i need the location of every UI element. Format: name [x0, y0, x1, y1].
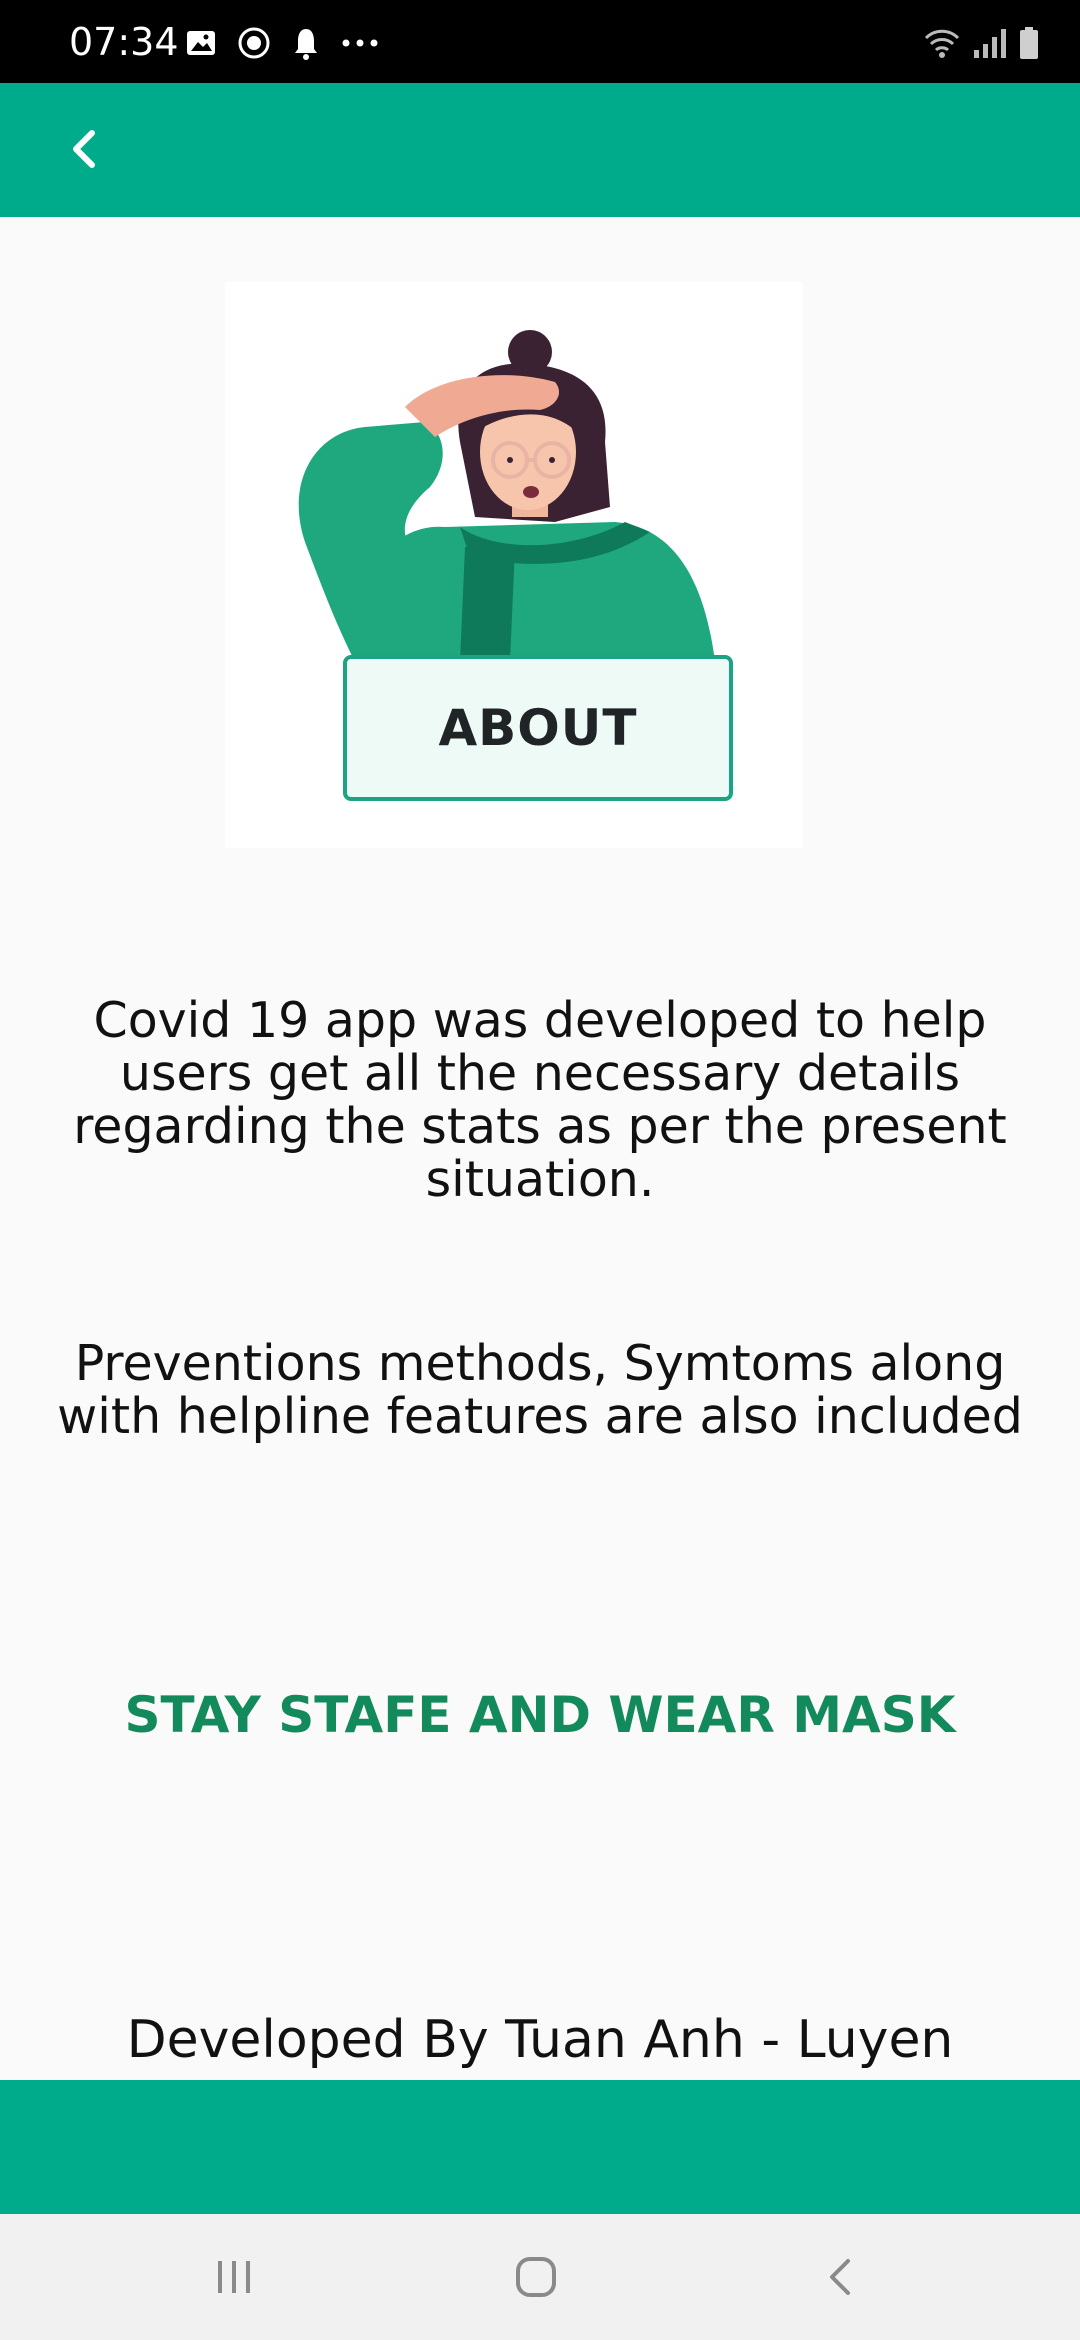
app-bar — [0, 83, 1080, 217]
battery-icon — [1020, 27, 1038, 59]
status-time: 07:34 — [69, 20, 179, 64]
signal-icon — [974, 29, 1006, 58]
features-description: Preventions methods, Symtoms along with … — [57, 1335, 1023, 1445]
notification-icon — [295, 29, 317, 60]
safety-tagline: STAY STAFE AND WEAR MASK — [124, 1686, 956, 1744]
woman-illustration — [298, 330, 715, 662]
dnd-icon — [238, 27, 270, 59]
app-description: Covid 19 app was developed to help users… — [73, 992, 1007, 1208]
system-back-button[interactable] — [792, 2240, 888, 2314]
home-button[interactable] — [488, 2240, 584, 2314]
status-bar: 07:34 — [0, 0, 1080, 83]
hero-card: ABOUT — [225, 282, 803, 848]
about-badge: ABOUT — [343, 655, 733, 801]
back-button[interactable] — [48, 113, 120, 185]
wifi-icon — [924, 29, 960, 58]
recent-apps-icon — [218, 2261, 250, 2293]
gallery-icon — [187, 31, 215, 55]
developer-credit: Developed By Tuan Anh - Luyen — [126, 2010, 954, 2070]
more-dots-icon — [342, 39, 378, 47]
bottom-bar — [0, 2080, 1080, 2214]
back-icon — [830, 2259, 850, 2295]
chevron-left-icon — [73, 130, 95, 168]
recent-apps-button[interactable] — [186, 2240, 282, 2314]
system-nav-bar — [0, 2214, 1080, 2340]
home-icon — [516, 2257, 556, 2297]
status-icons-right — [922, 22, 1040, 64]
status-icons-left — [184, 22, 380, 64]
